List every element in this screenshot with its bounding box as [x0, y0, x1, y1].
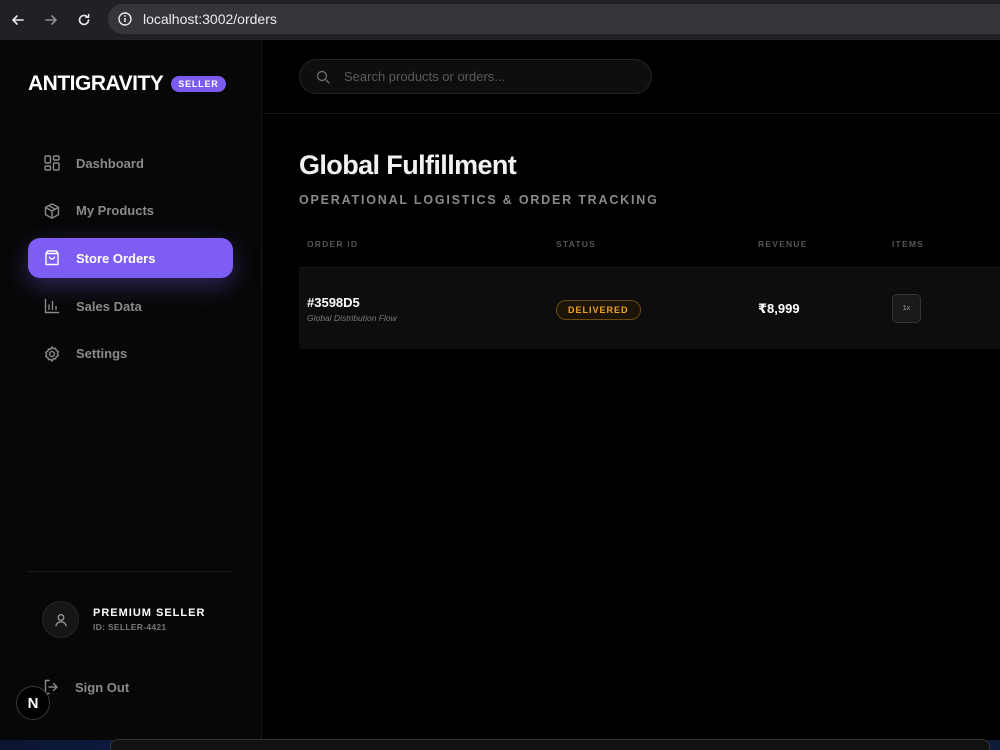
sidebar-item-label: Dashboard [76, 155, 144, 171]
sidebar: ANTIGRAVITY SELLER Dashboard My Products… [0, 40, 262, 750]
address-bar[interactable]: localhost:3002/orders [108, 4, 1000, 34]
table-header: ORDER ID STATUS REVENUE ITEMS [299, 239, 1000, 253]
table-row[interactable]: #3598D5 Global Distribution Flow DELIVER… [299, 267, 1000, 349]
order-flow: Global Distribution Flow [307, 313, 397, 323]
sign-out-button[interactable]: Sign Out [42, 678, 129, 696]
sidebar-nav: Dashboard My Products Store Orders Sales… [28, 143, 233, 381]
column-header-revenue: REVENUE [758, 239, 808, 249]
reload-button[interactable] [69, 5, 99, 35]
page-title: Global Fulfillment [299, 150, 517, 180]
avatar [42, 601, 79, 638]
sidebar-item-sales-data[interactable]: Sales Data [28, 286, 233, 326]
sidebar-item-label: Sales Data [76, 298, 142, 314]
info-icon[interactable] [117, 11, 133, 27]
main-content: Global Fulfillment OPERATIONAL LOGISTICS… [263, 40, 1000, 750]
order-revenue: ₹8,999 [758, 301, 800, 316]
back-button[interactable] [3, 5, 33, 35]
search-icon [316, 70, 330, 84]
dev-tools-badge[interactable]: N [16, 686, 50, 720]
sidebar-item-settings[interactable]: Settings [28, 334, 233, 374]
sign-out-label: Sign Out [75, 679, 130, 695]
reload-icon [78, 13, 90, 26]
search-bar[interactable] [299, 59, 652, 94]
app-root: ANTIGRAVITY SELLER Dashboard My Products… [0, 40, 1000, 750]
brand[interactable]: ANTIGRAVITY SELLER [28, 72, 226, 96]
bar-chart-icon [44, 298, 60, 314]
arrow-left-icon [12, 15, 24, 25]
top-bar [263, 40, 1000, 114]
sidebar-item-label: Store Orders [76, 250, 156, 266]
seller-profile[interactable]: PREMIUM SELLER ID: SELLER-4421 [42, 601, 205, 638]
sidebar-item-dashboard[interactable]: Dashboard [28, 143, 233, 183]
sidebar-item-my-products[interactable]: My Products [28, 191, 233, 231]
package-icon [44, 202, 60, 219]
column-header-items: ITEMS [892, 239, 924, 249]
arrow-right-icon [45, 15, 57, 25]
order-id: #3598D5 [307, 295, 360, 310]
gear-icon [45, 345, 59, 362]
seller-badge: SELLER [171, 76, 226, 92]
column-header-status: STATUS [556, 239, 596, 249]
background-window-edge [110, 739, 990, 750]
page-subtitle: OPERATIONAL LOGISTICS & ORDER TRACKING [299, 193, 659, 207]
shopping-bag-icon [45, 250, 59, 266]
sidebar-item-label: My Products [76, 203, 155, 219]
search-input[interactable] [344, 69, 624, 84]
sidebar-item-label: Settings [76, 346, 128, 362]
brand-name: ANTIGRAVITY [28, 72, 164, 95]
column-header-order-id: ORDER ID [307, 239, 359, 249]
user-icon [54, 613, 67, 626]
url-text[interactable]: localhost:3002/orders [143, 11, 277, 27]
dashboard-icon [44, 155, 60, 171]
items-count: 1x [892, 294, 921, 323]
profile-name: PREMIUM SELLER [93, 607, 206, 619]
forward-button[interactable] [36, 5, 66, 35]
profile-text: PREMIUM SELLER ID: SELLER-4421 [93, 607, 205, 632]
sidebar-item-store-orders[interactable]: Store Orders [28, 238, 233, 279]
status-badge: DELIVERED [556, 300, 641, 320]
sidebar-divider [28, 571, 233, 572]
browser-toolbar: localhost:3002/orders [0, 0, 1000, 40]
profile-id: ID: SELLER-4421 [93, 622, 167, 632]
